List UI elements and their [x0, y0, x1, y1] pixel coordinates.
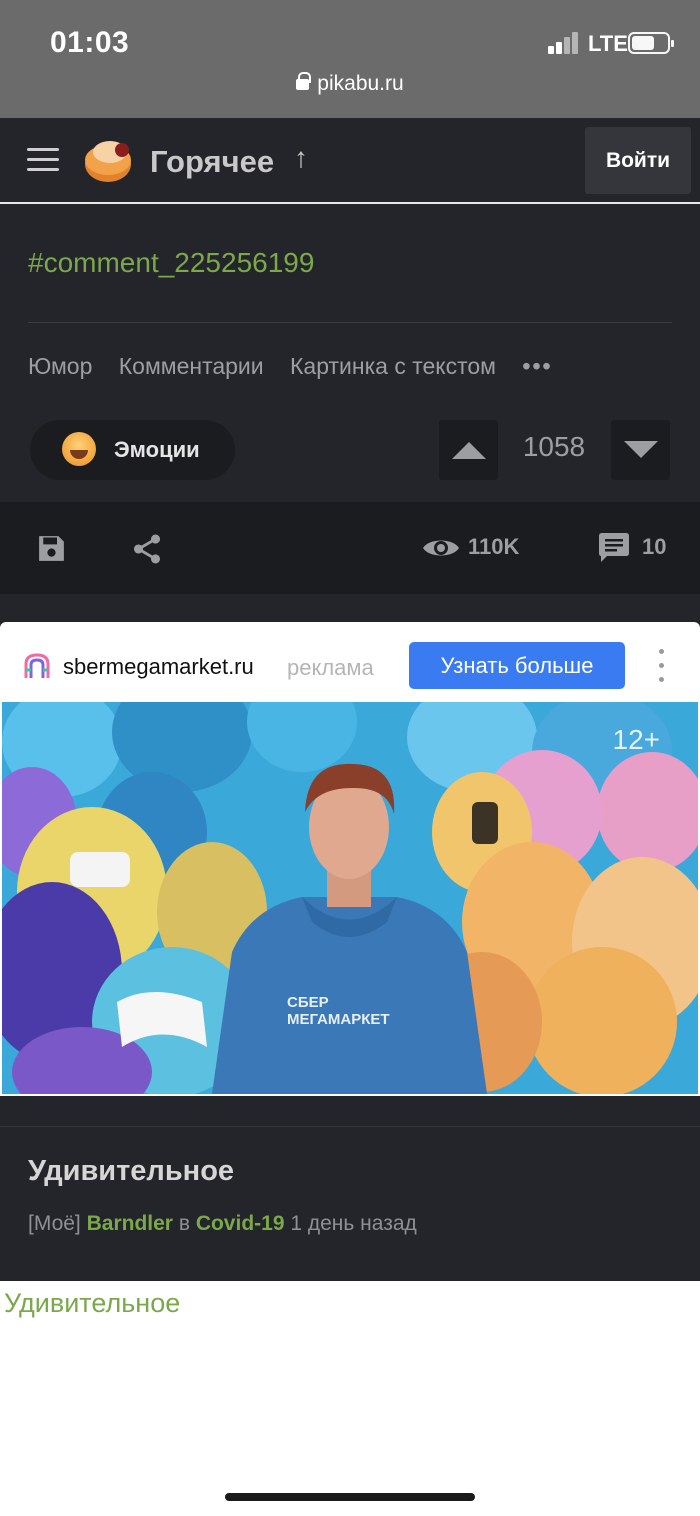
tag-list: Юмор Комментарии Картинка с текстом •••	[28, 353, 573, 380]
status-time: 01:03	[50, 26, 130, 59]
login-button[interactable]: Войти	[585, 127, 691, 194]
ad-image[interactable]: СБЕР МЕГАМАРКЕТ 12+	[2, 702, 698, 1094]
arrow-up-icon[interactable]: ↑	[294, 142, 308, 174]
post-prefix: [Моё]	[28, 1212, 81, 1235]
ad-image-brand-line1: СБЕР	[287, 994, 329, 1011]
menu-icon[interactable]	[27, 148, 59, 172]
post-action-bar: 110K 10	[0, 502, 700, 594]
tag-item[interactable]: Картинка с текстом	[290, 353, 496, 379]
address-bar[interactable]: pikabu.ru	[0, 72, 700, 96]
site-header: Горячее ↑ Войти	[0, 118, 700, 204]
network-type: LTE	[588, 31, 628, 56]
more-tags-icon[interactable]: •••	[522, 353, 552, 379]
upvote-button[interactable]	[439, 420, 498, 480]
page-title[interactable]: Горячее	[150, 144, 274, 180]
smile-emoji-icon	[62, 432, 96, 466]
post-hashtag[interactable]: #comment_225256199	[28, 247, 314, 279]
url-text: pikabu.ru	[317, 72, 404, 95]
emotions-button[interactable]: Эмоции	[30, 420, 235, 480]
post-time: 1 день назад	[290, 1212, 417, 1235]
comment-icon[interactable]	[597, 532, 631, 564]
home-indicator[interactable]	[225, 1493, 475, 1501]
battery-icon	[628, 32, 674, 54]
share-icon[interactable]	[130, 532, 164, 566]
post-community[interactable]: Covid-19	[196, 1212, 285, 1235]
ad-domain[interactable]: sbermegamarket.ru	[63, 654, 254, 680]
downvote-button[interactable]	[611, 420, 670, 480]
lock-icon	[296, 72, 312, 90]
post-in-word: в	[178, 1212, 190, 1235]
status-bar: 01:03 LTE pikabu.ru	[0, 0, 700, 118]
eye-icon	[423, 540, 459, 556]
divider	[28, 322, 672, 323]
post-rating: 1058	[522, 431, 586, 462]
emotions-label: Эмоции	[114, 437, 200, 462]
tag-item[interactable]: Комментарии	[119, 353, 264, 379]
divider	[0, 1126, 700, 1127]
post-author[interactable]: Barndler	[87, 1212, 173, 1235]
kebab-icon[interactable]	[659, 649, 665, 683]
tag-item[interactable]: Юмор	[28, 353, 92, 379]
signal-icon	[548, 32, 580, 54]
ad-label: реклама	[287, 655, 374, 680]
age-rating: 12+	[612, 724, 661, 755]
post-body-title: Удивительное	[4, 1288, 181, 1318]
views-count: 110K	[468, 534, 520, 559]
ad-banner[interactable]: sbermegamarket.ru реклама Узнать больше	[0, 622, 700, 1096]
pikabu-logo[interactable]	[80, 133, 134, 185]
save-icon[interactable]	[35, 532, 68, 565]
next-post-meta: [Моё] Barndler в Covid-19 1 день назад	[28, 1212, 417, 1236]
comments-count[interactable]: 10	[642, 534, 666, 560]
next-post-title[interactable]: Удивительное	[28, 1155, 234, 1188]
ad-image-brand-line2: МЕГАМАРКЕТ	[287, 1011, 390, 1028]
sbermegamarket-logo	[24, 653, 50, 678]
learn-more-button[interactable]: Узнать больше	[409, 642, 625, 689]
